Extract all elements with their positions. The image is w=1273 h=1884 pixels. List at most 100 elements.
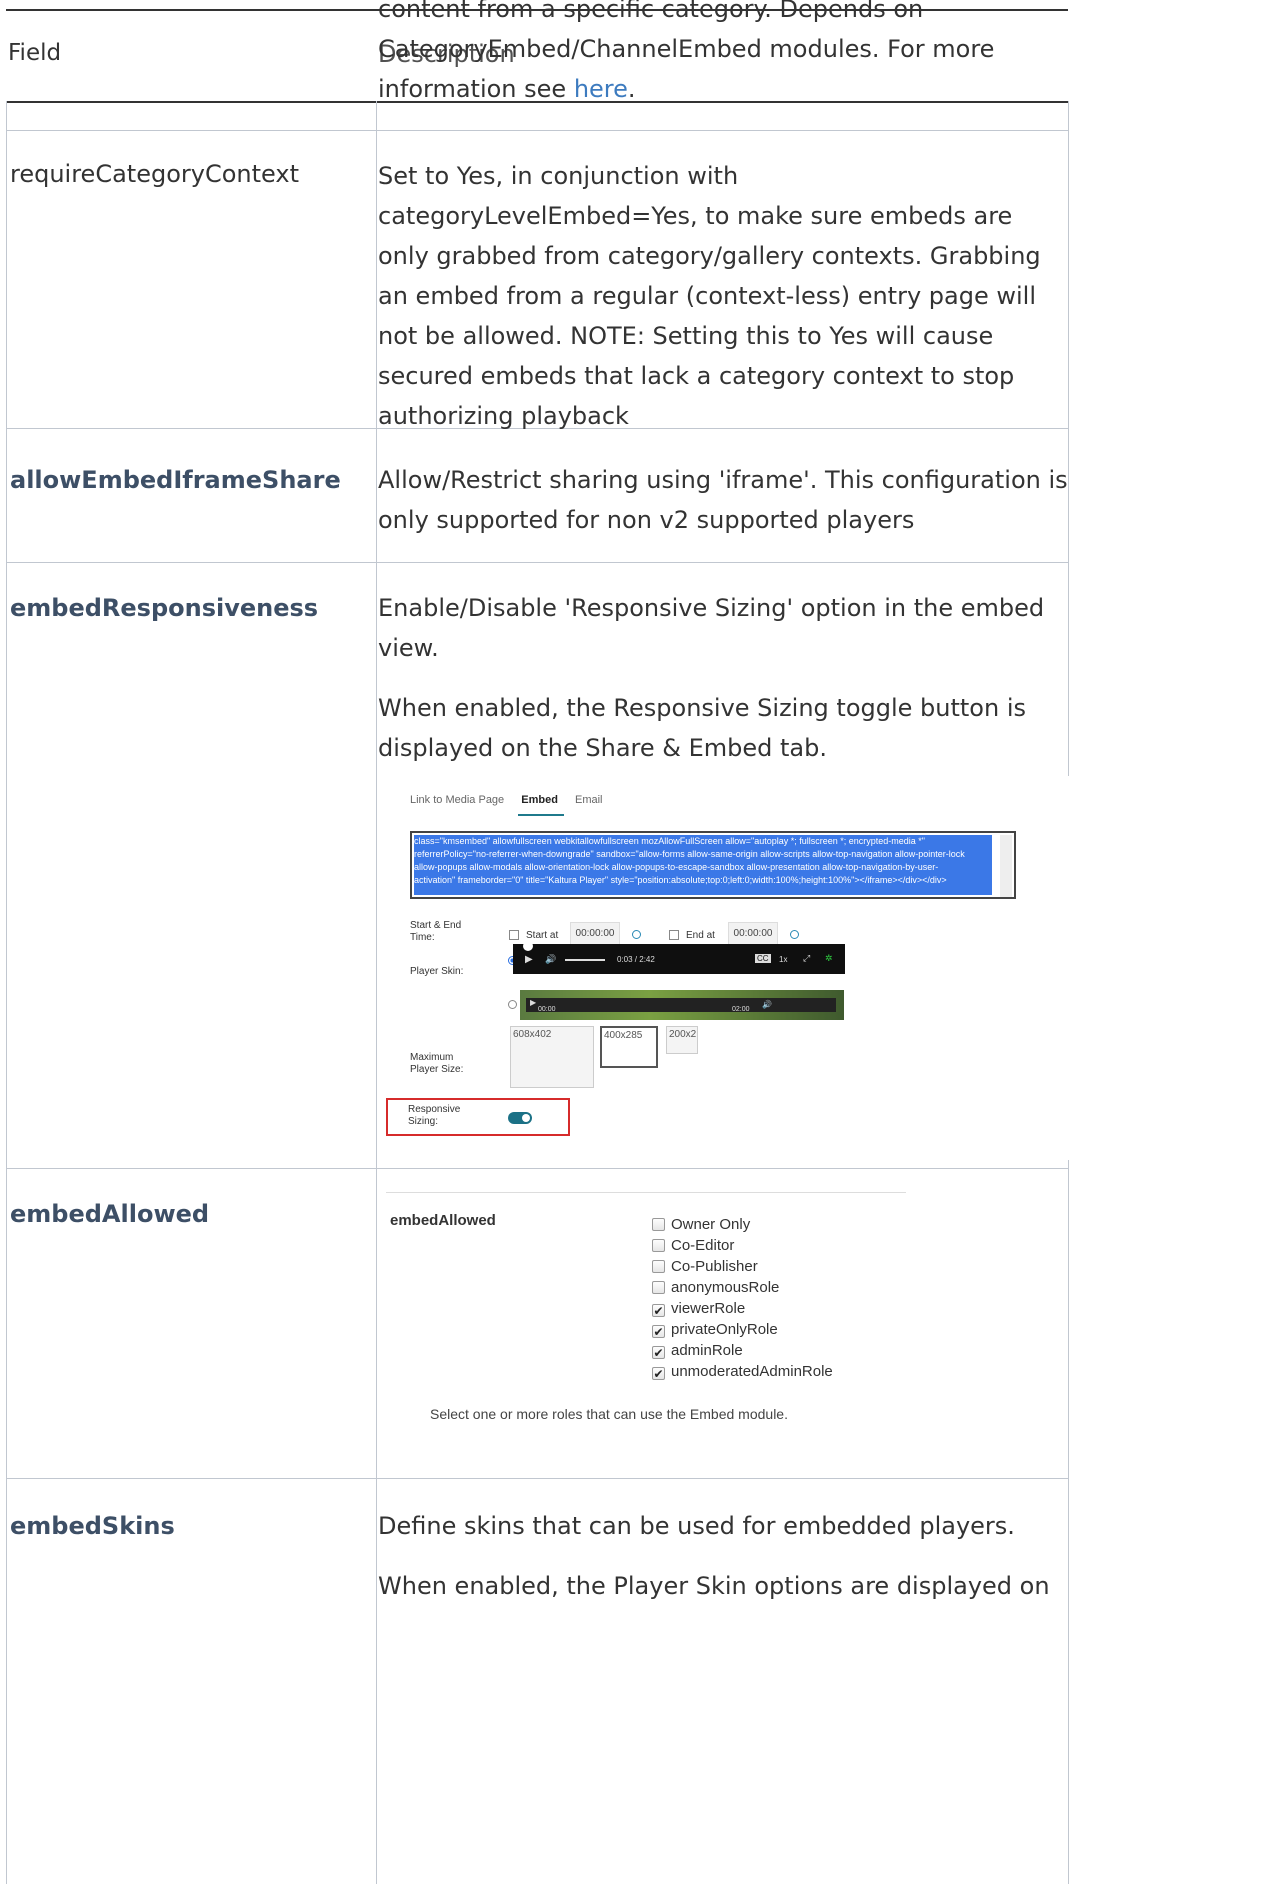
- time-right: 02:00: [732, 1006, 750, 1013]
- embed-tab-screenshot: Link to Media Page Embed Email class="km…: [380, 776, 1070, 1160]
- player-skin-preview-1[interactable]: ▶ 🔊 0:03 / 2:42 CC 1x ⤢ ✲: [513, 941, 845, 974]
- description-line: authorizing playback: [378, 402, 629, 430]
- role-label: privateOnlyRole: [671, 1321, 778, 1338]
- role-option[interactable]: ✔ privateOnlyRole: [652, 1319, 778, 1340]
- role-label: Co-Publisher: [671, 1258, 758, 1275]
- row-divider: [6, 1168, 1068, 1169]
- description-line: Allow/Restrict sharing using 'iframe'. T…: [378, 466, 1068, 494]
- panel-divider: [386, 1192, 906, 1193]
- checked-checkbox[interactable]: ✔: [652, 1346, 665, 1359]
- cc-icon: CC: [755, 954, 771, 963]
- here-link[interactable]: here: [574, 75, 628, 103]
- active-tab-indicator: [518, 814, 564, 816]
- play-icon: ▶: [525, 954, 533, 965]
- overflow-line: content from a specific category. Depend…: [378, 0, 924, 23]
- start-at-checkbox[interactable]: [509, 930, 519, 940]
- tab-embed[interactable]: Embed: [521, 794, 558, 806]
- field-allowEmbedIframeShare: allowEmbedIframeShare: [10, 466, 341, 494]
- share-tabs: Link to Media Page Embed Email: [410, 794, 617, 806]
- description-line: Enable/Disable 'Responsive Sizing' optio…: [378, 594, 1045, 622]
- role-label: Owner Only: [671, 1216, 751, 1233]
- tab-email[interactable]: Email: [575, 794, 603, 806]
- role-label: viewerRole: [671, 1300, 746, 1317]
- selected-embed-code: class="kmsembed" allowfullscreen webkita…: [414, 835, 992, 895]
- textarea-scrollbar[interactable]: [1000, 835, 1012, 897]
- row-divider: [6, 1478, 1068, 1479]
- description-line: an embed from a regular (context-less) e…: [378, 282, 1036, 310]
- header-description-label: Description: [378, 40, 515, 68]
- settings-icon: ✲: [825, 953, 833, 963]
- size-option-400x285[interactable]: 400x285: [600, 1026, 658, 1068]
- role-label: unmoderatedAdminRole: [671, 1363, 833, 1380]
- description-line: Set to Yes, in conjunction with: [378, 162, 739, 190]
- end-time-input[interactable]: 00:00:00: [728, 922, 778, 946]
- maximum-player-size-label: Maximum Player Size:: [410, 1052, 464, 1075]
- unchecked-checkbox[interactable]: [652, 1281, 665, 1294]
- column-divider: [376, 101, 377, 1884]
- clock-icon[interactable]: [632, 930, 641, 939]
- size-option-608x402[interactable]: 608x402: [510, 1026, 594, 1088]
- role-option[interactable]: ✔ unmoderatedAdminRole: [652, 1361, 833, 1382]
- end-at-checkbox[interactable]: [669, 930, 679, 940]
- role-option[interactable]: Co-Editor: [652, 1235, 734, 1256]
- code-line: activation" frameborder="0" title="Kaltu…: [414, 875, 947, 885]
- description-line: view.: [378, 634, 439, 662]
- unchecked-checkbox[interactable]: [652, 1260, 665, 1273]
- skin-radio-2[interactable]: [508, 1000, 517, 1009]
- scrubber-handle: [523, 941, 533, 951]
- time-left: 00:00: [538, 1006, 556, 1013]
- description-line: only supported for non v2 supported play…: [378, 506, 915, 534]
- end-at-label: End at: [686, 930, 715, 941]
- overflow-line-text: .: [627, 75, 636, 103]
- controls-bar: [526, 998, 836, 1012]
- player-time: 0:03 / 2:42: [617, 955, 655, 964]
- role-option[interactable]: Co-Publisher: [652, 1256, 758, 1277]
- start-time-input[interactable]: 00:00:00: [570, 922, 620, 946]
- description-line: When enabled, the Responsive Sizing togg…: [378, 694, 1026, 722]
- role-label: anonymousRole: [671, 1279, 780, 1296]
- embed-code-textarea[interactable]: class="kmsembed" allowfullscreen webkita…: [410, 831, 1016, 899]
- volume-bar: [565, 959, 605, 961]
- tab-link-to-media-page[interactable]: Link to Media Page: [410, 794, 504, 806]
- description-line: only grabbed from category/gallery conte…: [378, 242, 1041, 270]
- size-option-200x2[interactable]: 200x2: [666, 1026, 698, 1054]
- description-line: displayed on the Share & Embed tab.: [378, 734, 828, 762]
- overflow-line-text: information see: [378, 75, 574, 103]
- role-option[interactable]: ✔ viewerRole: [652, 1298, 745, 1319]
- role-label: adminRole: [671, 1342, 743, 1359]
- clock-icon[interactable]: [790, 930, 799, 939]
- role-option[interactable]: Owner Only: [652, 1214, 750, 1235]
- embed-allowed-settings-panel: embedAllowed Owner Only Co-Editor Co-Publi…: [386, 1192, 946, 1452]
- description-allowEmbedIframeShare: Allow/Restrict sharing using 'iframe'. T…: [378, 460, 1068, 540]
- responsive-sizing-toggle[interactable]: [508, 1112, 532, 1124]
- table-left-border: [6, 101, 7, 1884]
- start-at-label: Start at: [526, 930, 559, 941]
- field-requireCategoryContext: requireCategoryContext: [10, 160, 299, 188]
- responsive-sizing-label: Responsive Sizing:: [408, 1104, 461, 1127]
- volume-icon: 🔊: [545, 954, 557, 964]
- unchecked-checkbox[interactable]: [652, 1218, 665, 1231]
- checked-checkbox[interactable]: ✔: [652, 1304, 665, 1317]
- player-skin-label: Player Skin:: [410, 966, 464, 977]
- volume-icon: 🔊: [762, 1000, 772, 1009]
- fullscreen-icon: ⤢: [803, 953, 811, 963]
- role-option[interactable]: ✔ adminRole: [652, 1340, 743, 1361]
- code-line: class="kmsembed" allowfullscreen webkita…: [414, 836, 926, 846]
- document-page: Field content from a specific category. …: [0, 0, 1273, 1884]
- description-line: When enabled, the Player Skin options ar…: [378, 1572, 1050, 1600]
- code-line: allow-popups allow-modals allow-orientat…: [414, 862, 939, 872]
- role-option[interactable]: anonymousRole: [652, 1277, 779, 1298]
- checked-checkbox[interactable]: ✔: [652, 1367, 665, 1380]
- header-field-label: Field: [8, 40, 62, 66]
- description-line: secured embeds that lack a category cont…: [378, 362, 1015, 390]
- player-skin-preview-2[interactable]: ▶ 00:00 02:00 🔊: [520, 990, 844, 1020]
- description-embedResponsiveness: Enable/Disable 'Responsive Sizing' optio…: [378, 588, 1068, 768]
- field-embedResponsiveness: embedResponsiveness: [10, 594, 319, 622]
- description-embedSkins: Define skins that can be used for embedd…: [378, 1506, 1068, 1606]
- checked-checkbox[interactable]: ✔: [652, 1325, 665, 1338]
- code-line: referrerPolicy="no-referrer-when-downgra…: [414, 849, 965, 859]
- unchecked-checkbox[interactable]: [652, 1239, 665, 1252]
- description-line: categoryLevelEmbed=Yes, to make sure emb…: [378, 202, 1013, 230]
- description-line: not be allowed. NOTE: Setting this to Ye…: [378, 322, 994, 350]
- roles-hint: Select one or more roles that can use th…: [430, 1406, 788, 1422]
